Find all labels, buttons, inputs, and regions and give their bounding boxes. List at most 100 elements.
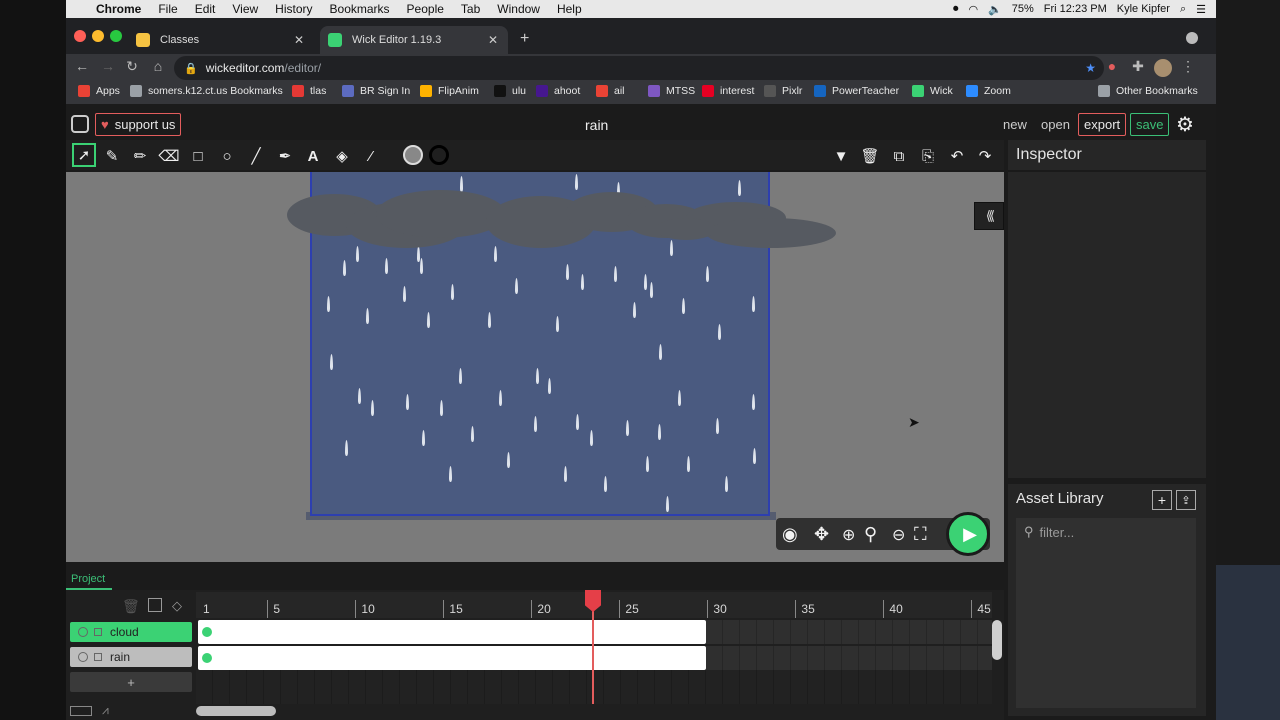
wifi-icon[interactable]: ◠ <box>968 3 978 16</box>
extension-record-icon[interactable]: ● <box>1102 58 1122 74</box>
fill-color-swatch[interactable] <box>403 145 423 165</box>
menu-app-name[interactable]: Chrome <box>96 2 141 16</box>
menu-history[interactable]: History <box>275 2 312 16</box>
zoom-icon[interactable]: ⚲ <box>864 524 877 545</box>
keyframe-diamond-icon[interactable]: ◇ <box>172 598 182 614</box>
ellipse-tool-icon[interactable]: ○ <box>217 146 237 166</box>
export-button[interactable]: export <box>1078 113 1127 136</box>
add-asset-icon[interactable]: + <box>1152 490 1172 510</box>
frame-cloud[interactable] <box>198 620 706 644</box>
clock[interactable]: Fri 12:23 PM <box>1044 3 1107 15</box>
delete-layer-icon[interactable]: 🗑 <box>122 598 140 615</box>
layer-cloud[interactable]: cloud <box>70 622 192 642</box>
battery-percent[interactable]: 75% <box>1012 3 1034 15</box>
play-button[interactable]: ▶ <box>946 512 990 556</box>
pencil-tool-icon[interactable]: ✏ <box>130 146 150 166</box>
home-icon[interactable]: ⌂ <box>148 58 168 74</box>
delete-icon[interactable]: 🗑 <box>860 146 880 166</box>
user-name[interactable]: Kyle Kipfer <box>1117 3 1170 15</box>
bookmark-item[interactable]: ail <box>596 85 625 97</box>
address-input[interactable]: 🔒 wickeditor.com/editor/ ★ <box>174 56 1104 80</box>
bookmark-item[interactable]: interest <box>702 85 754 97</box>
bookmark-item[interactable]: somers.k12.ct.us Bookmarks <box>130 85 283 97</box>
save-button[interactable]: save <box>1130 113 1170 136</box>
close-window-button[interactable] <box>74 30 86 42</box>
wick-logo-icon[interactable] <box>71 115 89 133</box>
chrome-menu-icon[interactable]: ⋮ <box>1178 58 1198 75</box>
bookmark-item[interactable]: Apps <box>78 85 120 97</box>
zoom-out-icon[interactable]: ⊖ <box>892 525 905 545</box>
volume-icon[interactable]: 🔈 <box>988 3 1002 16</box>
tab-search-icon[interactable] <box>1186 32 1198 44</box>
minimize-window-button[interactable] <box>92 30 104 42</box>
cloud-shape[interactable] <box>656 218 716 240</box>
add-tween-icon[interactable] <box>148 598 162 612</box>
close-tab-icon[interactable]: ✕ <box>488 33 498 47</box>
rectangle-tool-icon[interactable]: □ <box>188 146 208 166</box>
onion-skin-icon[interactable]: ◉ <box>782 524 798 545</box>
audio-waveform-icon[interactable]: ⩘ <box>102 703 109 718</box>
reload-icon[interactable]: ↻ <box>122 58 142 75</box>
bookmark-star-icon[interactable]: ★ <box>1085 61 1096 75</box>
menu-tab[interactable]: Tab <box>461 2 480 16</box>
bookmark-item[interactable]: Pixlr <box>764 85 802 97</box>
menu-view[interactable]: View <box>232 2 258 16</box>
fit-screen-icon[interactable]: ⛶ <box>914 524 927 545</box>
visibility-icon[interactable] <box>78 627 88 637</box>
bookmark-item[interactable]: tlas <box>292 85 326 97</box>
menu-help[interactable]: Help <box>557 2 582 16</box>
visibility-icon[interactable] <box>78 652 88 662</box>
text-tool-icon[interactable]: A <box>303 146 323 166</box>
copy-icon[interactable]: ⧉ <box>889 146 909 166</box>
lock-icon[interactable] <box>94 653 102 661</box>
project-tab[interactable]: Project <box>66 570 112 590</box>
pan-icon[interactable]: ✥ <box>814 524 829 545</box>
paste-icon[interactable]: ⎘ <box>918 146 938 166</box>
stroke-color-swatch[interactable] <box>429 145 449 165</box>
new-tab-icon[interactable]: + <box>520 30 529 48</box>
add-layer-button[interactable]: + <box>70 672 192 692</box>
cloud-shape[interactable] <box>706 218 836 248</box>
collapse-panel-button[interactable]: ⟨⟨⟨ <box>974 202 1004 230</box>
fill-bucket-tool-icon[interactable]: ◈ <box>332 146 352 166</box>
dropdown-chevron-icon[interactable]: ▼ <box>831 146 851 166</box>
bookmark-item[interactable]: Wick <box>912 85 953 97</box>
undo-icon[interactable]: ↶ <box>947 146 967 166</box>
extensions-puzzle-icon[interactable]: ✚ <box>1128 58 1148 75</box>
brush-tool-icon[interactable]: ✎ <box>102 146 122 166</box>
cursor-tool-icon[interactable]: ➚ <box>72 143 96 167</box>
redo-icon[interactable]: ↷ <box>975 146 995 166</box>
line-tool-icon[interactable]: ╱ <box>246 146 266 166</box>
timeline-size-icon[interactable] <box>70 706 92 716</box>
empty-frames[interactable] <box>196 670 992 704</box>
support-us-button[interactable]: ♥ support us <box>95 113 182 136</box>
stop-icon[interactable]: ⏺ <box>953 3 959 16</box>
bookmark-item[interactable]: MTSS <box>648 85 695 97</box>
menu-bookmarks[interactable]: Bookmarks <box>330 2 390 16</box>
vertical-scrollbar[interactable] <box>992 620 1002 660</box>
empty-frames[interactable] <box>706 620 992 644</box>
filter-input[interactable]: ⚲ filter... <box>1016 518 1196 546</box>
frame-rain[interactable] <box>198 646 706 670</box>
bookmark-item[interactable]: Zoom <box>966 85 1011 97</box>
bookmark-item[interactable]: ulu <box>494 85 526 97</box>
menu-list-icon[interactable]: ☰ <box>1196 3 1206 16</box>
back-icon[interactable]: ← <box>72 58 92 74</box>
zoom-in-icon[interactable]: ⊕ <box>842 525 855 545</box>
menu-people[interactable]: People <box>407 2 444 16</box>
layer-rain[interactable]: rain <box>70 647 192 667</box>
bookmark-item[interactable]: ahoot <box>536 85 580 97</box>
eraser-tool-icon[interactable]: ⌫ <box>158 146 179 166</box>
eyedropper-tool-icon[interactable]: ⁄ <box>361 146 381 166</box>
project-name[interactable]: rain <box>585 117 608 133</box>
bookmark-item[interactable]: FlipAnim <box>420 85 479 97</box>
profile-avatar[interactable] <box>1154 59 1172 77</box>
bookmark-item[interactable]: BR Sign In <box>342 85 410 97</box>
menu-edit[interactable]: Edit <box>195 2 216 16</box>
path-tool-icon[interactable]: ✒ <box>275 146 295 166</box>
horizontal-scrollbar[interactable] <box>196 706 276 716</box>
tab-classes[interactable]: Classes ✕ <box>128 26 314 54</box>
menu-file[interactable]: File <box>158 2 177 16</box>
cloud-shape[interactable] <box>376 190 506 238</box>
empty-frames[interactable] <box>706 646 992 670</box>
